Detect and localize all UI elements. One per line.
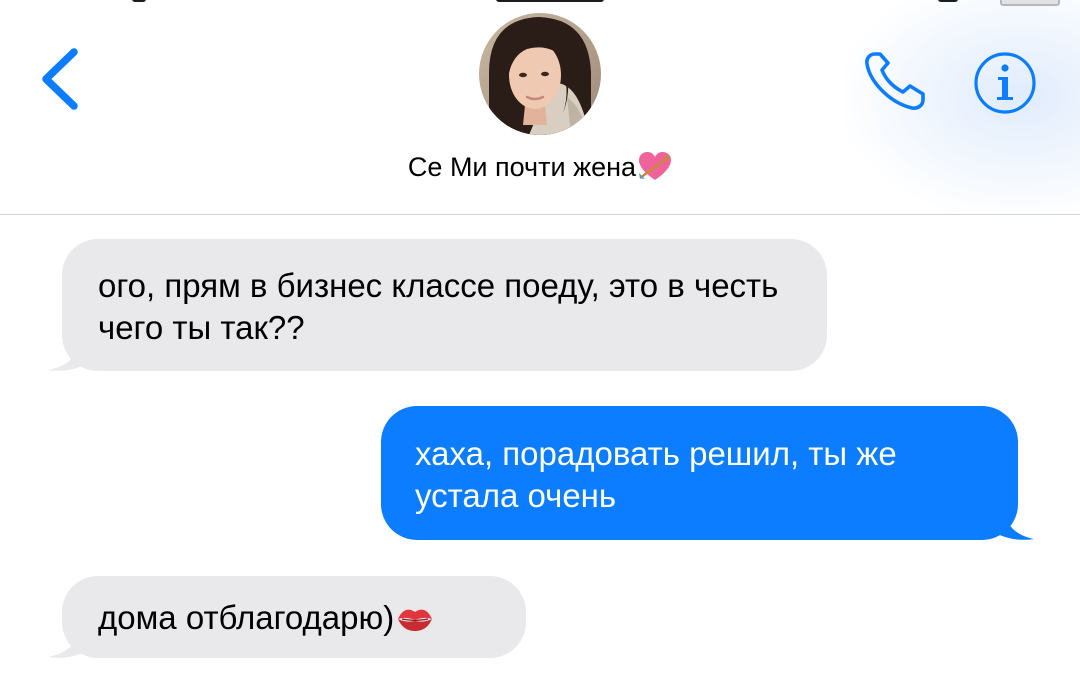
message-text: ого, прям в бизнес классе поеду, это в ч… <box>98 267 779 346</box>
battery-icon <box>1000 0 1060 6</box>
message-bubble-incoming[interactable]: ого, прям в бизнес классе поеду, это в ч… <box>62 239 827 371</box>
message-text-content: дома отблагодарю) <box>98 599 395 636</box>
info-button[interactable] <box>972 50 1038 116</box>
status-bar-remnant <box>132 0 146 2</box>
back-button[interactable] <box>30 42 90 112</box>
avatar[interactable] <box>479 13 601 135</box>
info-icon <box>974 52 1036 114</box>
status-bar-remnant <box>496 0 604 2</box>
contact-name: Се Ми почти жена <box>407 152 637 182</box>
heart-with-arrow-emoji <box>638 152 672 182</box>
call-button[interactable] <box>860 48 932 114</box>
phone-icon <box>865 52 925 110</box>
message-bubble-incoming[interactable]: дома отблагодарю) <box>62 576 526 658</box>
message-text: хаха, порадовать решил, ты же устала оче… <box>415 435 897 514</box>
chevron-left-icon <box>42 48 78 110</box>
kiss-mark-emoji <box>396 602 434 632</box>
contact-photo <box>479 13 601 135</box>
contact-name-button[interactable]: Се Ми почти жена <box>0 152 1080 183</box>
message-bubble-outgoing[interactable]: хаха, порадовать решил, ты же устала оче… <box>381 406 1018 540</box>
message-text: дома отблагодарю) <box>98 597 490 639</box>
conversation-header: Се Ми почти жена <box>0 0 1080 215</box>
status-bar-remnant <box>938 0 958 2</box>
